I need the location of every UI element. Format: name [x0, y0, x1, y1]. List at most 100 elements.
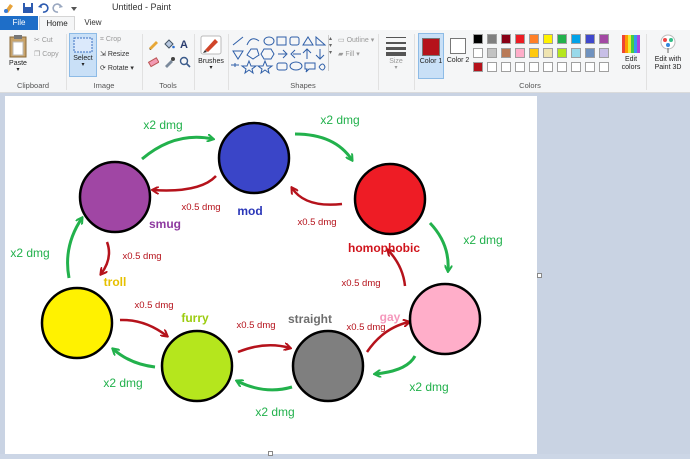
palette-swatch[interactable] [473, 48, 483, 58]
brushes-button[interactable]: Brushes ▾ [196, 34, 226, 71]
arrow-furry-to-straight [237, 345, 290, 354]
palette-swatch[interactable] [515, 62, 525, 72]
paint3d-icon [660, 34, 676, 53]
palette-swatch[interactable] [599, 48, 609, 58]
select-rectangle-icon [73, 37, 93, 53]
palette-swatch[interactable] [571, 62, 581, 72]
palette-swatch[interactable] [501, 34, 511, 44]
color-palette [473, 34, 617, 74]
palette-swatch[interactable] [501, 62, 511, 72]
palette-swatch[interactable] [585, 48, 595, 58]
arrow-mod-to-homophobic [294, 132, 352, 160]
text-tool-icon[interactable]: A [179, 38, 191, 50]
palette-swatch[interactable] [585, 34, 595, 44]
color2-swatch [450, 38, 466, 54]
palette-swatch[interactable] [557, 34, 567, 44]
color2-button[interactable]: Color 2 [446, 33, 470, 79]
outline-button[interactable]: ▭ Outline ▾ [338, 36, 374, 44]
arrow-smug-to-mod [141, 137, 213, 161]
paste-button[interactable]: Paste ▾ [4, 34, 32, 73]
label-troll-smug-strong: x2 dmg [10, 246, 49, 260]
node-furry [160, 329, 234, 403]
label-smug-troll-weak: x0.5 dmg [122, 251, 161, 262]
palette-swatch[interactable] [571, 34, 581, 44]
palette-swatch[interactable] [543, 48, 553, 58]
color-picker-icon[interactable] [163, 56, 175, 68]
svg-text:A: A [180, 39, 188, 50]
palette-swatch[interactable] [529, 62, 539, 72]
crop-button[interactable]: ⌗ Crop [100, 36, 121, 44]
palette-swatch[interactable] [501, 48, 511, 58]
tab-home[interactable]: Home [39, 16, 75, 30]
palette-swatch[interactable] [599, 34, 609, 44]
palette-swatch[interactable] [473, 62, 483, 72]
palette-swatch[interactable] [487, 48, 497, 58]
palette-swatch[interactable] [487, 34, 497, 44]
fill-icon: ▰ [338, 51, 344, 58]
cut-button[interactable]: ✂ Cut [34, 36, 53, 44]
palette-swatch[interactable] [529, 34, 539, 44]
paste-dropdown-icon: ▾ [16, 67, 20, 73]
node-straight [291, 329, 365, 403]
magnifier-icon[interactable] [179, 56, 191, 68]
shapes-gallery[interactable] [231, 35, 327, 75]
select-button[interactable]: Select ▾ [69, 33, 97, 77]
shapes-scroll[interactable]: ▴ ▾ ▾ [328, 35, 334, 71]
palette-swatch[interactable] [543, 62, 553, 72]
label-gay-straight-strong: x2 dmg [409, 380, 448, 394]
edit-with-paint3d-button[interactable]: Edit with Paint 3D [649, 34, 687, 72]
copy-button[interactable]: ❐ Copy [34, 50, 59, 58]
palette-swatch[interactable] [571, 48, 581, 58]
colors-group-label: Colors [519, 81, 541, 90]
redo-icon[interactable] [52, 2, 64, 14]
palette-swatch[interactable] [515, 48, 525, 58]
palette-swatch[interactable] [487, 62, 497, 72]
rotate-button[interactable]: ⟳ Rotate ▾ [100, 64, 134, 72]
fill-button[interactable]: ▰ Fill ▾ [338, 50, 360, 58]
eraser-icon[interactable] [147, 56, 159, 68]
arrow-troll-to-smug [66, 218, 82, 279]
palette-swatch[interactable] [599, 62, 609, 72]
palette-swatch[interactable] [515, 34, 525, 44]
canvas-resize-handle-right[interactable] [537, 273, 542, 278]
pencil-icon[interactable] [147, 38, 159, 50]
palette-swatch[interactable] [585, 62, 595, 72]
canvas-area: mod smug homophobic troll gay furry stra… [0, 93, 690, 456]
palette-swatch[interactable] [529, 48, 539, 58]
fill-bucket-icon[interactable] [163, 38, 175, 50]
arrow-mod-to-smug [153, 175, 217, 190]
edit-colors-button[interactable]: Edit colors [617, 34, 645, 72]
palette-swatch[interactable] [543, 34, 553, 44]
palette-swatch[interactable] [473, 34, 483, 44]
label-furry-straight-weak: x0.5 dmg [236, 320, 275, 331]
arrow-straight-to-furry [237, 381, 293, 392]
size-button[interactable]: Size ▾ [382, 34, 410, 71]
label-straight: straight [288, 312, 332, 326]
tab-file[interactable]: File [0, 16, 38, 30]
label-furry: furry [181, 311, 209, 325]
tab-view[interactable]: View [78, 16, 108, 30]
arrow-gay-to-homophobic [388, 250, 407, 287]
resize-icon: ⇲ [100, 51, 106, 58]
label-straight-furry-strong: x2 dmg [255, 405, 294, 419]
brushes-dropdown-icon: ▾ [209, 65, 213, 71]
resize-button[interactable]: ⇲ Resize [100, 50, 129, 58]
type-chart-diagram: mod smug homophobic troll gay furry stra… [10, 113, 502, 419]
shapes-group-label: Shapes [290, 81, 316, 90]
palette-swatch[interactable] [557, 48, 567, 58]
label-homophobic-mod-weak: x0.5 dmg [297, 217, 336, 228]
undo-icon[interactable] [37, 2, 49, 14]
window-title: Untitled - Paint [112, 2, 172, 12]
drawing-canvas[interactable]: mod smug homophobic troll gay furry stra… [5, 96, 537, 454]
node-smug [78, 160, 152, 234]
brush-icon [200, 35, 222, 55]
palette-swatch[interactable] [557, 62, 567, 72]
label-gay-homophobic-weak: x0.5 dmg [341, 278, 380, 289]
customize-quick-access-icon[interactable] [68, 2, 80, 14]
label-furry-troll-strong: x2 dmg [103, 376, 142, 390]
crop-icon: ⌗ [100, 36, 104, 43]
color2-label: Color 2 [446, 57, 470, 64]
color1-button[interactable]: Color 1 [418, 33, 444, 79]
save-icon[interactable] [22, 2, 34, 14]
copy-icon: ❐ [34, 51, 41, 58]
